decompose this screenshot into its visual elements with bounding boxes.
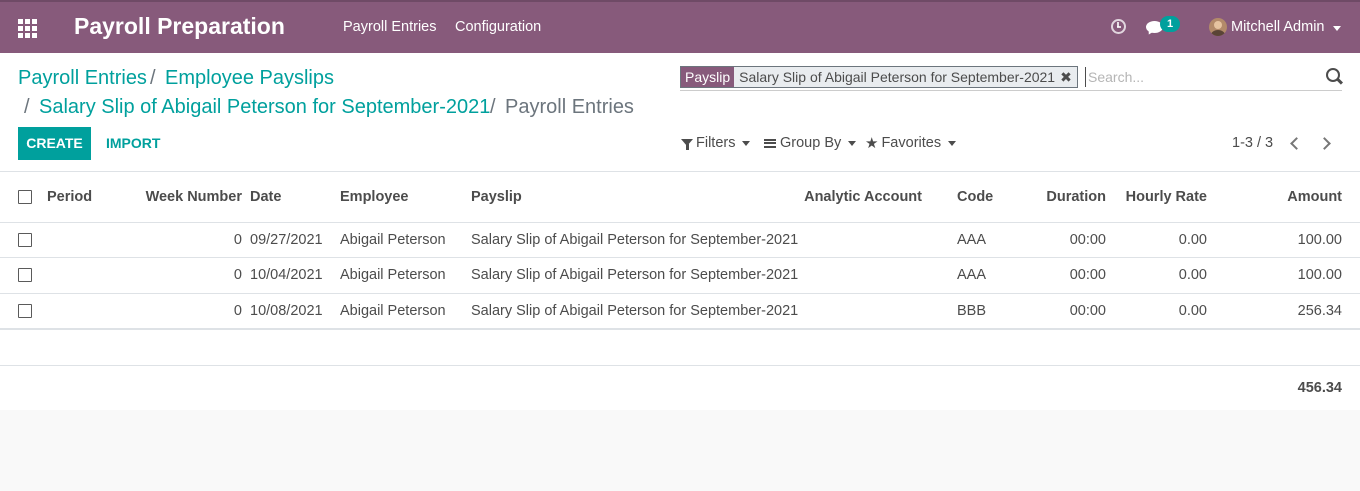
avatar[interactable] [1209, 18, 1227, 36]
cell-hourly-rate: 0.00 [1106, 222, 1218, 258]
cell-employee: Abigail Peterson [340, 293, 471, 330]
caret-down-icon [848, 140, 857, 146]
cell-week-number: 0 [132, 293, 242, 330]
search-icon[interactable] [1326, 68, 1340, 82]
user-menu[interactable]: Mitchell Admin [1231, 19, 1324, 35]
column-duration[interactable]: Duration [1018, 172, 1106, 223]
row-checkbox[interactable] [18, 303, 32, 318]
cell-duration: 00:00 [1018, 222, 1106, 258]
cell-employee: Abigail Peterson [340, 222, 471, 258]
group-by-label: Group By [780, 135, 842, 151]
breadcrumb-payroll-entries[interactable]: Payroll Entries [18, 67, 147, 90]
menu-configuration[interactable]: Configuration [455, 19, 541, 35]
column-amount[interactable]: Amount [1218, 172, 1360, 223]
apps-menu-icon[interactable] [18, 19, 37, 38]
column-payslip[interactable]: Payslip [471, 172, 796, 223]
column-code[interactable]: Code [945, 172, 1018, 223]
create-button[interactable]: CREATE [18, 127, 91, 160]
breadcrumb-separator: / [490, 96, 496, 118]
cell-amount: 256.34 [1218, 293, 1360, 330]
list-view: Period Week Number Date Employee Payslip… [0, 172, 1360, 410]
empty-row [0, 330, 1360, 366]
pager-previous-icon[interactable] [1288, 135, 1304, 151]
cell-duration: 00:00 [1018, 293, 1106, 330]
cell-week-number: 0 [132, 257, 242, 294]
group-by-icon [764, 138, 776, 148]
table-header: Period Week Number Date Employee Payslip… [0, 172, 1360, 223]
table-row[interactable]: 0 09/27/2021 Abigail Peterson Salary Sli… [0, 222, 1360, 258]
column-hourly-rate[interactable]: Hourly Rate [1106, 172, 1218, 223]
app-title[interactable]: Payroll Preparation [74, 13, 285, 40]
facet-value: Salary Slip of Abigail Peterson for Sept… [739, 69, 1056, 85]
breadcrumb-current: Payroll Entries [505, 96, 634, 118]
cell-period [47, 257, 132, 294]
select-all-cell [0, 172, 47, 223]
facet-remove-icon[interactable]: ✖ [1060, 69, 1072, 85]
search-bar: Payslip Salary Slip of Abigail Peterson … [680, 64, 1342, 91]
cell-payslip: Salary Slip of Abigail Peterson for Sept… [471, 293, 945, 330]
control-panel: Payroll Entries / Employee Payslips / Sa… [0, 53, 1360, 172]
star-icon: ★ [865, 134, 879, 152]
row-select-cell [0, 222, 47, 258]
facet-value-wrapper: Salary Slip of Abigail Peterson for Sept… [734, 67, 1077, 87]
search-input[interactable] [1085, 67, 1315, 87]
column-analytic-account[interactable]: Analytic Account [796, 172, 945, 223]
cell-employee: Abigail Peterson [340, 257, 471, 294]
cell-week-number: 0 [132, 222, 242, 258]
cell-payslip: Salary Slip of Abigail Peterson for Sept… [471, 257, 945, 294]
table-row[interactable]: 0 10/08/2021 Abigail Peterson Salary Sli… [0, 293, 1360, 330]
top-navbar: Payroll Preparation Payroll Entries Conf… [0, 0, 1360, 53]
cell-date: 10/04/2021 [242, 257, 340, 294]
filters-label: Filters [696, 135, 736, 151]
user-caret-icon[interactable] [1333, 26, 1341, 31]
pager-value[interactable]: 1-3 / 3 [1232, 135, 1273, 151]
cell-duration: 00:00 [1018, 257, 1106, 294]
cell-hourly-rate: 0.00 [1106, 293, 1218, 330]
breadcrumb-salary-slip[interactable]: Salary Slip of Abigail Peterson for Sept… [39, 96, 490, 119]
filters-dropdown[interactable]: Filters [681, 135, 751, 151]
activity-clock-icon[interactable] [1111, 19, 1126, 34]
facet-category: Payslip [681, 67, 735, 87]
cell-amount: 100.00 [1218, 222, 1360, 258]
cell-period [47, 293, 132, 330]
favorites-label: Favorites [881, 135, 942, 151]
pager-next-icon[interactable] [1319, 135, 1335, 151]
amount-total: 456.34 [1297, 380, 1342, 396]
cell-period [47, 222, 132, 258]
cell-hourly-rate: 0.00 [1106, 257, 1218, 294]
select-all-checkbox[interactable] [18, 189, 32, 204]
favorites-dropdown[interactable]: ★ Favorites [865, 134, 957, 152]
cell-amount: 100.00 [1218, 257, 1360, 294]
cell-date: 10/08/2021 [242, 293, 340, 330]
row-checkbox[interactable] [18, 232, 32, 247]
column-period[interactable]: Period [47, 172, 132, 223]
payroll-entries-table: Period Week Number Date Employee Payslip… [0, 172, 1360, 330]
row-checkbox[interactable] [18, 268, 32, 283]
import-button[interactable]: IMPORT [106, 135, 160, 151]
cell-date: 09/27/2021 [242, 222, 340, 258]
row-select-cell [0, 257, 47, 294]
caret-down-icon [948, 140, 957, 146]
row-select-cell [0, 293, 47, 330]
breadcrumb-separator: / [24, 96, 30, 118]
caret-down-icon [742, 140, 751, 146]
cell-code: AAA [945, 257, 1018, 294]
column-date[interactable]: Date [242, 172, 340, 223]
cell-payslip: Salary Slip of Abigail Peterson for Sept… [471, 222, 945, 258]
table-row[interactable]: 0 10/04/2021 Abigail Peterson Salary Sli… [0, 257, 1360, 294]
cell-code: AAA [945, 222, 1018, 258]
breadcrumb-separator: / [150, 67, 156, 89]
column-employee[interactable]: Employee [340, 172, 471, 223]
menu-payroll-entries[interactable]: Payroll Entries [343, 19, 436, 35]
chat-badge: 1 [1160, 16, 1180, 32]
breadcrumb-employee-payslips[interactable]: Employee Payslips [165, 67, 334, 90]
filter-icon [681, 138, 693, 150]
group-by-dropdown[interactable]: Group By [764, 135, 857, 151]
search-facet: Payslip Salary Slip of Abigail Peterson … [680, 66, 1078, 88]
column-week-number[interactable]: Week Number [132, 172, 242, 223]
cell-code: BBB [945, 293, 1018, 330]
